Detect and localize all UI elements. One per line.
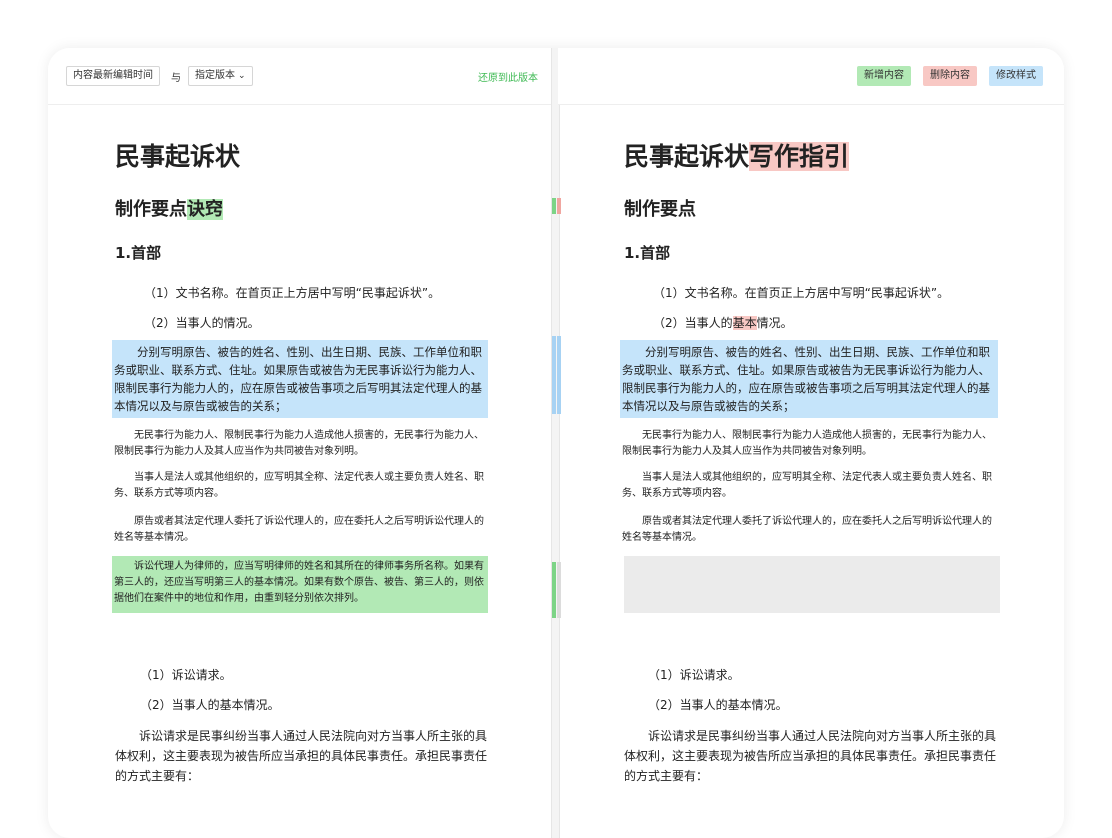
gutter-added-marker[interactable] <box>552 562 556 618</box>
item-text: 情况。 <box>756 316 793 330</box>
list-item: （1）文书名称。在首页正上方居中写明“民事起诉状”。 <box>653 286 950 300</box>
section-heading: 1.首部 <box>115 244 162 262</box>
chevron-down-icon: ⌄ <box>238 71 246 81</box>
title-text: 民事起诉状 <box>624 142 750 171</box>
modified-paragraph: 分别写明原告、被告的姓名、性别、出生日期、民族、工作单位和职务或职业、联系方式、… <box>620 340 998 418</box>
paragraph: 诉讼请求是民事纠纷当事人通过人民法院向对方当事人所主张的具体权利，这主要表现为被… <box>624 729 997 783</box>
doc-subtitle: 制作要点 <box>624 199 696 220</box>
doc-title: 民事起诉状写作指引 <box>624 140 850 174</box>
paragraph: 无民事行为能力人、限制民事行为能力人造成他人损害的，无民事行为能力人、限制民事行… <box>114 430 484 457</box>
added-text: 诀窍 <box>187 199 223 220</box>
gutter-added-marker[interactable] <box>552 198 556 214</box>
list-item: （1）诉讼请求。 <box>140 668 232 682</box>
deleted-text: 基本 <box>732 316 757 330</box>
missing-content-placeholder <box>624 556 1000 613</box>
section-heading: 1.首部 <box>624 244 671 262</box>
left-version-pane: 内容最新编辑时间 与 指定版本 ⌄ 还原到此版本 民事起诉状 制作要点诀窍 1.首… <box>48 48 551 838</box>
list-item: （2）当事人的基本情况。 <box>653 314 793 332</box>
deleted-text: 写作指引 <box>749 142 850 171</box>
paragraph: 当事人是法人或其他组织的，应写明其全称、法定代表人或主要负责人姓名、职务、联系方… <box>622 472 992 499</box>
version-select[interactable]: 指定版本 ⌄ <box>188 66 253 86</box>
paragraph: 原告或者其法定代理人委托了诉讼代理人的，应在委托人之后写明诉讼代理人的姓名等基本… <box>114 516 484 543</box>
legend-modified: 修改样式 <box>989 66 1043 86</box>
added-paragraph: 诉讼代理人为律师的，应当写明律师的姓名和其所在的律师事务所名称。如果有第三人的，… <box>112 556 488 613</box>
list-item: （1）诉讼请求。 <box>648 668 740 682</box>
list-item: （2）当事人的基本情况。 <box>140 698 280 712</box>
list-item: （1）文书名称。在首页正上方居中写明“民事起诉状”。 <box>144 286 441 300</box>
gutter-modified-marker[interactable] <box>552 336 556 414</box>
paragraph: 诉讼请求是民事纠纷当事人通过人民法院向对方当事人所主张的具体权利，这主要表现为被… <box>115 729 488 783</box>
compare-from-select[interactable]: 内容最新编辑时间 <box>66 66 160 86</box>
item-text: （2）当事人的 <box>653 316 733 330</box>
list-item: （2）当事人的基本情况。 <box>648 698 788 712</box>
legend-added: 新增内容 <box>857 66 911 86</box>
right-version-pane: 新增内容 删除内容 修改样式 民事起诉状写作指引 制作要点 1.首部 （1）文书… <box>558 48 1064 838</box>
version-select-label: 指定版本 <box>195 70 235 81</box>
left-toolbar: 内容最新编辑时间 与 指定版本 ⌄ 还原到此版本 <box>48 48 551 105</box>
doc-title: 民事起诉状 <box>115 142 241 171</box>
right-toolbar: 新增内容 删除内容 修改样式 <box>558 48 1064 105</box>
doc-subtitle: 制作要点诀窍 <box>115 197 223 223</box>
subtitle-text: 制作要点 <box>115 199 187 220</box>
paragraph: 原告或者其法定代理人委托了诉讼代理人的，应在委托人之后写明诉讼代理人的姓名等基本… <box>622 516 992 543</box>
restore-version-link[interactable]: 还原到此版本 <box>478 69 538 84</box>
legend-deleted: 删除内容 <box>923 66 977 86</box>
paragraph: 无民事行为能力人、限制民事行为能力人造成他人损害的，无民事行为能力人、限制民事行… <box>622 430 992 457</box>
modified-paragraph: 分别写明原告、被告的姓名、性别、出生日期、民族、工作单位和职务或职业、联系方式、… <box>112 340 488 418</box>
paragraph: 当事人是法人或其他组织的，应写明其全称、法定代表人或主要负责人姓名、职务、联系方… <box>114 472 484 499</box>
list-item: （2）当事人的情况。 <box>144 316 260 330</box>
with-label: 与 <box>171 73 181 84</box>
diff-compare-window: 内容最新编辑时间 与 指定版本 ⌄ 还原到此版本 民事起诉状 制作要点诀窍 1.首… <box>48 48 1064 838</box>
